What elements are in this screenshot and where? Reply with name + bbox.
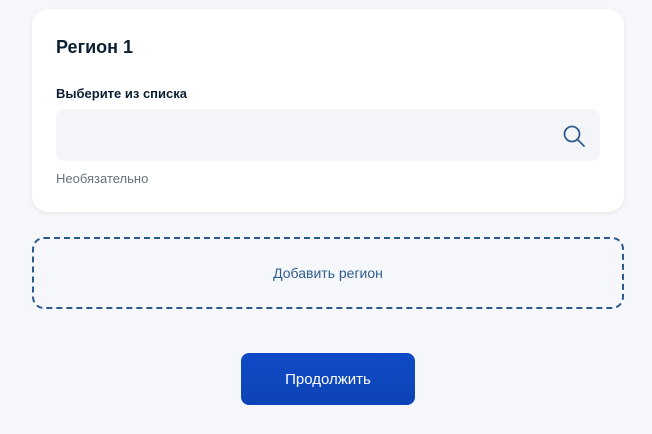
add-region-label: Добавить регион (273, 265, 383, 281)
region-search-field[interactable] (56, 109, 600, 161)
region-field-label: Выберите из списка (56, 86, 187, 101)
continue-button-label: Продолжить (285, 370, 371, 388)
region-search-input[interactable] (56, 109, 546, 161)
add-region-button[interactable]: Добавить регион (32, 237, 624, 309)
region-card: Регион 1 Выберите из списка Необязательн… (32, 9, 624, 212)
region-title: Регион 1 (56, 37, 134, 57)
optional-hint: Необязательно (56, 171, 149, 186)
continue-button[interactable]: Продолжить (241, 353, 415, 405)
search-icon[interactable] (562, 124, 586, 148)
